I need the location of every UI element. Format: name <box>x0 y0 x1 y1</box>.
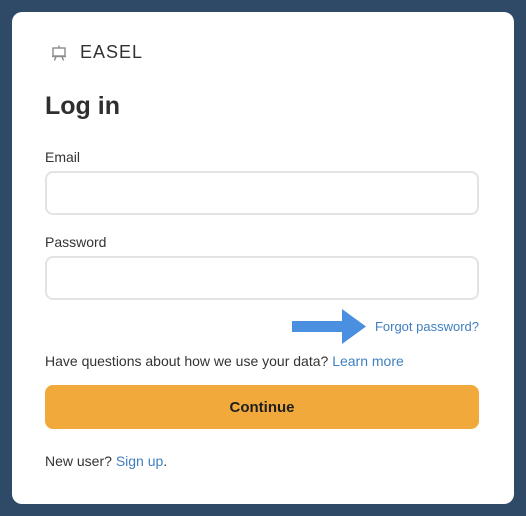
brand: EASEL <box>50 42 143 63</box>
forgot-password-row: Forgot password? <box>292 307 479 347</box>
password-field[interactable] <box>45 256 479 300</box>
new-user-text: New user? <box>45 453 112 469</box>
brand-name: EASEL <box>80 42 144 62</box>
email-label: Email <box>45 149 81 165</box>
login-card: EASEL Log in Email Password Forgot passw… <box>12 12 514 504</box>
easel-icon <box>50 44 68 62</box>
sign-up-link[interactable]: Sign up <box>116 453 163 469</box>
continue-button[interactable]: Continue <box>45 385 479 429</box>
arrow-right-icon <box>292 307 368 352</box>
data-question-row: Have questions about how we use your dat… <box>45 353 404 369</box>
page-title: Log in <box>45 92 120 120</box>
sign-up-suffix: . <box>163 453 168 469</box>
learn-more-link[interactable]: Learn more <box>332 353 404 369</box>
forgot-password-link[interactable]: Forgot password? <box>375 319 479 334</box>
email-field[interactable] <box>45 171 479 215</box>
password-label: Password <box>45 234 107 250</box>
signup-row: New user? Sign up. <box>45 453 167 469</box>
data-question-text: Have questions about how we use your dat… <box>45 353 329 369</box>
